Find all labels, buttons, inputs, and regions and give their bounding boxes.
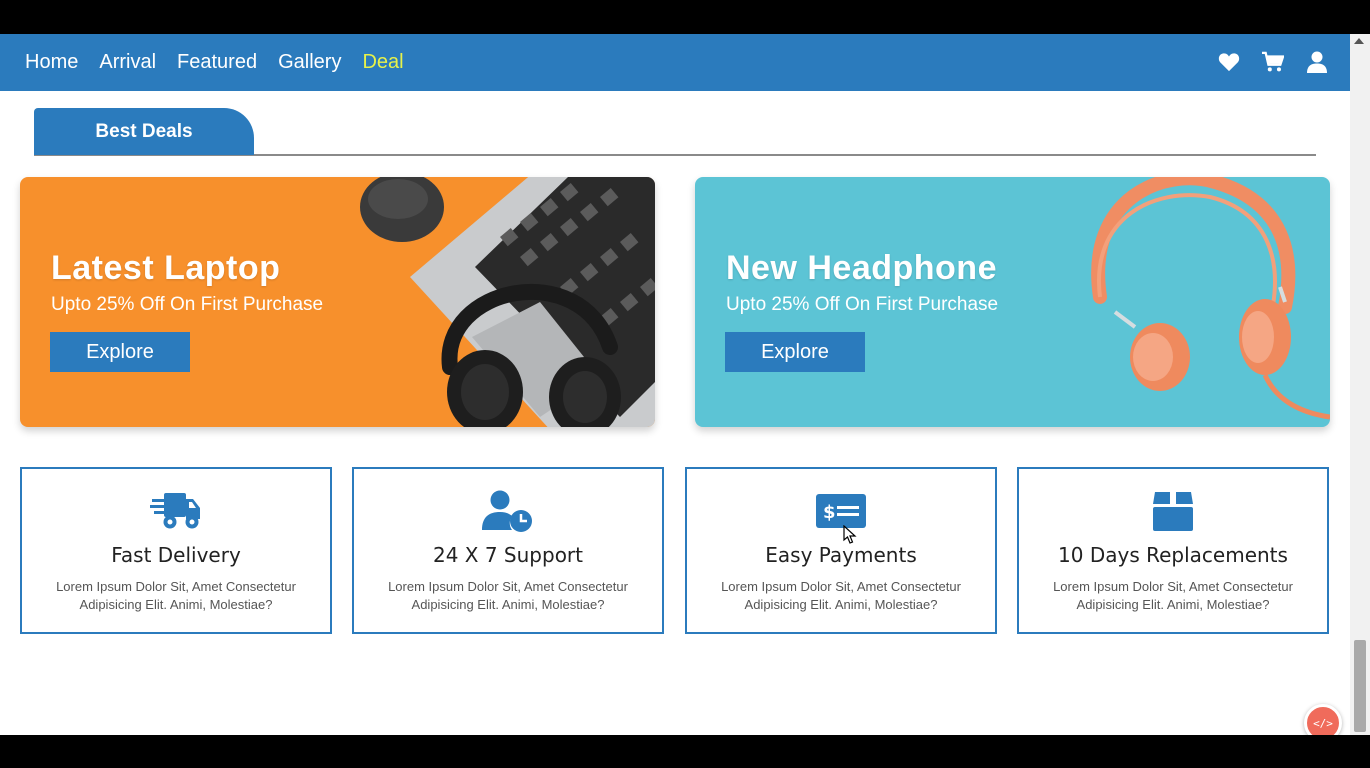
section-title: Best Deals [34, 108, 254, 155]
feature-description: Lorem Ipsum Dolor Sit, Amet Consectetur … [721, 579, 961, 612]
feature-card-fast-delivery: Fast Delivery Lorem Ipsum Dolor Sit, Ame… [20, 467, 332, 634]
truck-icon [150, 489, 202, 533]
banner-title: New Headphone [726, 249, 997, 287]
user-icon[interactable] [1306, 50, 1328, 74]
nav-link-arrival[interactable]: Arrival [99, 51, 156, 74]
banner-text: Latest Laptop Upto 25% Off On First Purc… [51, 249, 323, 316]
feature-title: Fast Delivery [111, 543, 241, 567]
explore-button-headphone[interactable]: Explore [725, 332, 865, 372]
page: Home Arrival Featured Gallery Deal Best … [0, 34, 1350, 735]
nav-icons [1218, 50, 1328, 74]
navbar: Home Arrival Featured Gallery Deal [0, 34, 1350, 91]
svg-text:$: $ [823, 502, 836, 523]
feature-card-replacements: 10 Days Replacements Lorem Ipsum Dolor S… [1017, 467, 1329, 634]
nav-link-home[interactable]: Home [25, 51, 78, 74]
banner-new-headphone: New Headphone Upto 25% Off On First Purc… [695, 177, 1330, 427]
video-letterbox-bottom [0, 735, 1370, 768]
feature-card-support: 24 X 7 Support Lorem Ipsum Dolor Sit, Am… [352, 467, 664, 634]
section-heading: Best Deals [34, 108, 1316, 156]
banner-subtitle: Upto 25% Off On First Purchase [726, 294, 999, 315]
feature-title: 10 Days Replacements [1058, 543, 1288, 567]
feature-description: Lorem Ipsum Dolor Sit, Amet Consectetur … [56, 579, 296, 612]
nav-link-gallery[interactable]: Gallery [278, 51, 341, 74]
scrollbar-thumb[interactable] [1354, 640, 1366, 732]
feature-description: Lorem Ipsum Dolor Sit, Amet Consectetur … [388, 579, 628, 612]
mouse-cursor-icon [843, 525, 857, 544]
scrollbar[interactable] [1350, 34, 1370, 735]
heart-icon[interactable] [1218, 50, 1240, 74]
banner-title: Latest Laptop [51, 249, 281, 287]
cart-icon[interactable] [1262, 50, 1284, 74]
banner-text: New Headphone Upto 25% Off On First Purc… [726, 249, 998, 316]
explore-button-laptop[interactable]: Explore [50, 332, 190, 372]
video-letterbox-top [0, 0, 1370, 34]
feature-title: Easy Payments [765, 543, 917, 567]
box-icon [1147, 489, 1199, 533]
banner-latest-laptop: Latest Laptop Upto 25% Off On First Purc… [20, 177, 655, 427]
nav-links: Home Arrival Featured Gallery Deal [25, 51, 425, 74]
scroll-up-arrow-icon[interactable] [1354, 38, 1364, 44]
user-clock-icon [482, 489, 534, 533]
feature-card-easy-payments: $ Easy Payments Lorem Ipsum Dolor Sit, A… [685, 467, 997, 634]
money-check-icon: $ [815, 489, 867, 533]
nav-link-deal[interactable]: Deal [362, 51, 403, 74]
banner-subtitle: Upto 25% Off On First Purchase [51, 294, 324, 315]
nav-link-featured[interactable]: Featured [177, 51, 257, 74]
feature-title: 24 X 7 Support [432, 543, 583, 567]
feature-description: Lorem Ipsum Dolor Sit, Amet Consectetur … [1053, 579, 1293, 612]
